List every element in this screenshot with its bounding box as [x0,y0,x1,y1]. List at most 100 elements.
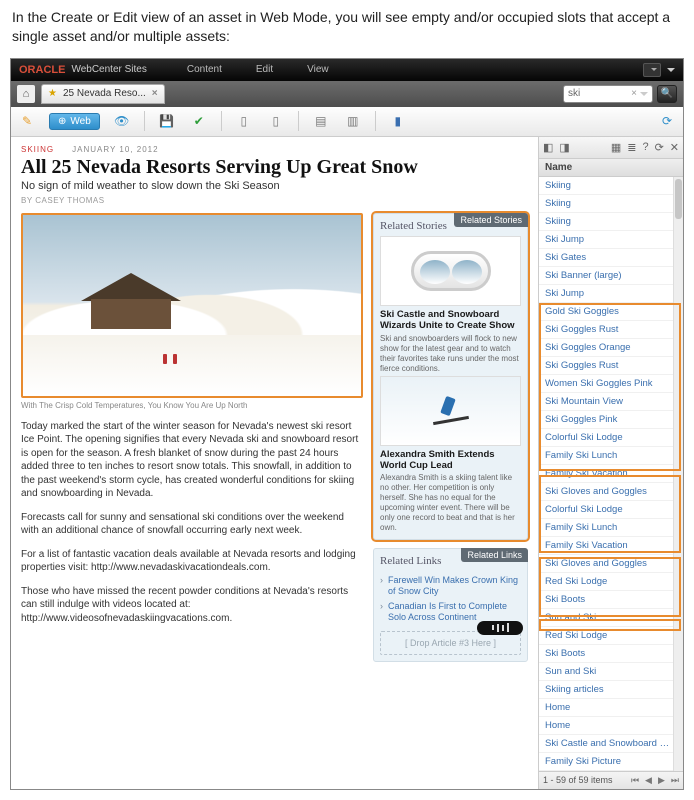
asset-list-item[interactable]: Ski Gloves and Goggles [539,483,683,501]
action-toolbar: ✎ ⊕ Web 👁 💾 ✔ ▯ ▯ ▤ ▥ ▮ ⟳ [11,107,683,137]
asset-list-item[interactable]: Skiing articles [539,681,683,699]
asset-list-item[interactable]: Red Ski Lodge [539,573,683,591]
home-icon[interactable]: ⌂ [17,85,35,103]
asset-list-item[interactable]: Ski Jump [539,231,683,249]
asset-tree-panel: ◧ ◨ ▦ ≣ ? ⟳ ✕ Name SkiingSkiingSkiingSki… [538,137,683,789]
page-last-icon[interactable]: ⏭ [671,775,679,786]
close-panel-icon[interactable]: ✕ [670,141,679,154]
preview-icon[interactable]: 👁 [112,111,132,131]
asset-list-item[interactable]: Family Ski Lunch [539,519,683,537]
web-mode-button[interactable]: ⊕ Web [49,113,100,130]
asset-list-item[interactable]: Ski Goggles Rust [539,321,683,339]
asset-list-item[interactable]: Ski Castle and Snowboard Wizards Unite [539,735,683,753]
article-subtitle[interactable]: No sign of mild weather to slow down the… [21,180,528,192]
doc-icon[interactable]: ▯ [266,111,286,131]
app-menubar: ORACLE WebCenter Sites Content Edit View [11,59,683,81]
asset-list-item[interactable]: Gold Ski Goggles [539,303,683,321]
article-paragraph[interactable]: Today marked the start of the winter sea… [21,420,363,501]
asset-list-item[interactable]: Women Ski Goggles Pink [539,375,683,393]
asset-list-item[interactable]: Family Ski Lunch [539,447,683,465]
related-links-widget[interactable]: Related Links Related Links Farewell Win… [373,548,528,661]
page-first-icon[interactable]: ⏮ [631,775,639,786]
asset-list-item[interactable]: Sun and Ski [539,663,683,681]
template-icon[interactable]: ▥ [343,111,363,131]
refresh-panel-icon[interactable]: ⟳ [655,141,664,154]
related-stories-widget[interactable]: Related Stories Related Stories Ski Cast… [373,213,528,541]
story-image-slot[interactable] [380,376,521,446]
dock-right-icon[interactable]: ◨ [559,141,569,154]
asset-list-item[interactable]: Home [539,699,683,717]
asset-list-item[interactable]: Ski Gloves and Goggles [539,555,683,573]
asset-list-item[interactable]: Ski Boots [539,591,683,609]
dock-left-icon[interactable]: ◧ [543,141,553,154]
active-tab[interactable]: ★ 25 Nevada Reso... × [41,84,165,104]
page-prev-icon[interactable]: ◀ [645,775,652,786]
asset-list-item[interactable]: Ski Boots [539,645,683,663]
panel-column-header[interactable]: Name [539,159,683,177]
search-caret-icon[interactable] [640,92,648,100]
search-value: ski [568,88,580,99]
article-paragraph[interactable]: For a list of fantastic vacation deals a… [21,548,363,575]
grid-icon[interactable]: ▦ [611,141,621,154]
asset-list-item[interactable]: Ski Jump [539,285,683,303]
refresh-icon[interactable]: ⟳ [657,111,677,131]
brand-name: ORACLE [19,64,65,76]
related-link[interactable]: Farewell Win Makes Crown King of Snow Ci… [380,573,521,599]
asset-list-item[interactable]: Ski Mountain View [539,393,683,411]
audio-player-icon[interactable] [477,621,523,635]
asset-list-item[interactable]: Skiing [539,177,683,195]
list-icon[interactable]: ≣ [627,141,636,154]
panel-footer: 1 - 59 of 59 items ⏮ ◀ ▶ ⏭ [539,771,683,789]
hero-image-slot[interactable] [21,213,363,398]
asset-list-item[interactable]: Colorful Ski Lodge [539,429,683,447]
asset-list-item[interactable]: Skiing [539,195,683,213]
approve-icon[interactable]: ✔ [189,111,209,131]
article-paragraph[interactable]: Those who have missed the recent powder … [21,585,363,626]
scrollbar[interactable] [673,177,683,771]
asset-list-item[interactable]: Home [539,717,683,735]
article-title[interactable]: All 25 Nevada Resorts Serving Up Great S… [21,156,528,178]
article-meta: SKIING JANUARY 10, 2012 [21,145,528,154]
article-paragraph[interactable]: Forecasts call for sunny and sensational… [21,511,363,538]
asset-list-item[interactable]: Ski Gates [539,249,683,267]
widget-label: Related Stories [454,213,528,227]
result-count: 1 - 59 of 59 items [543,775,613,785]
asset-list-item[interactable]: Ski Goggles Rust [539,357,683,375]
edit-icon[interactable]: ✎ [17,111,37,131]
asset-list-item[interactable]: Colorful Ski Lodge [539,501,683,519]
search-input[interactable]: ski × [563,85,653,103]
search-clear-icon[interactable]: × [631,88,637,99]
asset-list-item[interactable]: Skiing [539,213,683,231]
tab-close-icon[interactable]: × [152,88,158,99]
asset-list-item[interactable]: Family Ski Vacation [539,537,683,555]
asset-list-item[interactable]: Red Ski Lodge [539,627,683,645]
layout-icon[interactable]: ▤ [311,111,331,131]
scrollbar-thumb[interactable] [675,179,682,219]
device-icon[interactable]: ▮ [388,111,408,131]
menu-edit[interactable]: Edit [256,64,273,75]
related-links-list: Farewell Win Makes Crown King of Snow Ci… [380,571,521,624]
copy-icon[interactable]: ▯ [234,111,254,131]
menu-content[interactable]: Content [187,64,222,75]
page-next-icon[interactable]: ▶ [658,775,665,786]
search-go-button[interactable]: 🔍 [657,85,677,103]
asset-list-item[interactable]: Family Ski Picture [539,753,683,771]
user-dropdown[interactable] [643,63,661,77]
asset-list-item[interactable]: Family Ski Vacation [539,465,683,483]
save-icon[interactable]: 💾 [157,111,177,131]
main-column: With The Crisp Cold Temperatures, You Kn… [21,213,363,662]
help-icon[interactable]: ? [642,141,648,154]
globe-icon: ⊕ [58,116,66,127]
story-image-slot[interactable] [380,236,521,306]
asset-list-item[interactable]: Ski Goggles Orange [539,339,683,357]
story-title[interactable]: Ski Castle and Snowboard Wizards Unite t… [380,310,521,332]
asset-list-item[interactable]: Ski Goggles Pink [539,411,683,429]
tab-title: 25 Nevada Reso... [63,88,146,99]
hero-image-caption[interactable]: With The Crisp Cold Temperatures, You Kn… [21,401,363,410]
story-title[interactable]: Alexandra Smith Extends World Cup Lead [380,450,521,472]
menu-view[interactable]: View [307,64,329,75]
asset-list-item[interactable]: Sun and Ski [539,609,683,627]
asset-list-item[interactable]: Ski Banner (large) [539,267,683,285]
top-menu: Content Edit View [187,64,329,75]
story-text: Alexandra Smith is a skiing talent like … [380,473,521,533]
